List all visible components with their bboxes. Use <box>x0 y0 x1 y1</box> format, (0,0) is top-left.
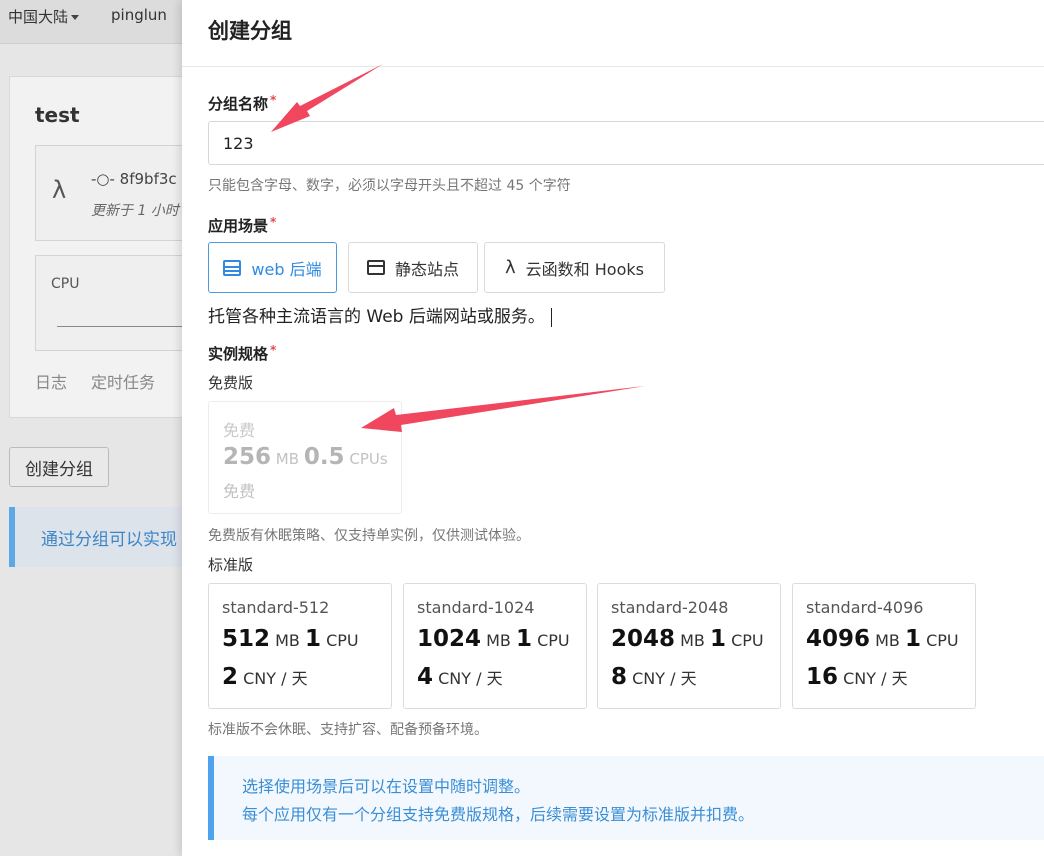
drawer-title: 创建分组 <box>208 19 292 43</box>
spec-name: standard-1024 <box>417 598 535 617</box>
group-name-hint: 只能包含字母、数字，必须以字母开头且不超过 45 个字符 <box>208 178 571 194</box>
server-icon <box>223 259 242 276</box>
cpu-chart-line <box>57 326 197 327</box>
free-card-tag: 免费 <box>223 421 256 440</box>
app-card: test λ -○- 8f9bf3c r 更新于 1 小时 CPU 日志 定时任务 <box>9 76 205 418</box>
cpu-panel: CPU <box>35 255 205 351</box>
lambda-icon: λ <box>52 176 67 204</box>
tab-cron[interactable]: 定时任务 <box>91 373 155 392</box>
create-group-button[interactable]: 创建分组 <box>9 447 109 487</box>
standard-tier-label: 标准版 <box>208 556 254 574</box>
free-card-spec: 256 MB 0.5 CPUs <box>223 444 388 470</box>
spec-resources: 2048 MB 1 CPU <box>611 626 764 652</box>
spec-price: 16 CNY / 天 <box>806 664 908 690</box>
drawer-header: 创建分组 <box>182 0 1044 67</box>
spec-name: standard-2048 <box>611 598 729 617</box>
cpu-label: CPU <box>51 276 80 292</box>
notice-banner: 选择使用场景后可以在设置中随时调整。 每个应用仅有一个分组支持免费版规格，后续需… <box>208 756 1044 840</box>
spec-name: standard-4096 <box>806 598 924 617</box>
free-tier-label: 免费版 <box>208 374 254 392</box>
group-name-input[interactable] <box>208 121 1044 165</box>
browser-icon <box>366 260 385 275</box>
lambda-icon: λ <box>505 257 516 278</box>
function-updated: 更新于 1 小时 <box>91 203 179 219</box>
scene-cloud-function-button[interactable]: λ 云函数和 Hooks <box>484 242 665 293</box>
notice-line-2: 每个应用仅有一个分组支持免费版规格，后续需要设置为标准版并扣费。 <box>242 805 755 824</box>
standard-tier-hint: 标准版不会休眠、支持扩容、配备预备环境。 <box>208 722 488 738</box>
create-group-drawer: 创建分组 分组名称* 只能包含字母、数字，必须以字母开头且不超过 45 个字符 … <box>182 0 1044 856</box>
standard-4096-card[interactable]: standard-4096 4096 MB 1 CPU 16 CNY / 天 <box>792 583 976 709</box>
spec-resources: 4096 MB 1 CPU <box>806 626 959 652</box>
function-panel[interactable]: λ -○- 8f9bf3c r 更新于 1 小时 <box>35 145 205 241</box>
free-spec-card[interactable]: 免费 256 MB 0.5 CPUs 免费 <box>208 401 402 514</box>
text-cursor <box>550 307 552 327</box>
spec-name: standard-512 <box>222 598 330 617</box>
scene-static-site-button[interactable]: 静态站点 <box>348 242 478 293</box>
standard-512-card[interactable]: standard-512 512 MB 1 CPU 2 CNY / 天 <box>208 583 392 709</box>
spec-resources: 512 MB 1 CPU <box>222 626 359 652</box>
spec-label: 实例规格 * <box>208 343 277 363</box>
free-tier-hint: 免费版有休眠策略、仅支持单实例，仅供测试体验。 <box>208 528 530 544</box>
spec-resources: 1024 MB 1 CPU <box>417 626 570 652</box>
notice-line-1: 选择使用场景后可以在设置中随时调整。 <box>242 777 531 796</box>
free-card-price: 免费 <box>223 482 256 501</box>
info-text: 通过分组可以实现 <box>41 530 177 550</box>
required-mark: * <box>270 215 277 229</box>
standard-1024-card[interactable]: standard-1024 1024 MB 1 CPU 4 CNY / 天 <box>403 583 587 709</box>
caret-down-icon <box>71 15 80 20</box>
required-mark: * <box>270 93 277 107</box>
user-name[interactable]: pinglun <box>111 6 167 24</box>
standard-2048-card[interactable]: standard-2048 2048 MB 1 CPU 8 CNY / 天 <box>597 583 781 709</box>
tab-logs[interactable]: 日志 <box>35 373 67 392</box>
spec-price: 2 CNY / 天 <box>222 664 308 690</box>
scene-description: 托管各种主流语言的 Web 后端网站或服务。 <box>208 302 552 327</box>
region-selector[interactable]: 中国大陆 <box>8 6 80 27</box>
spec-price: 4 CNY / 天 <box>417 664 503 690</box>
function-id: -○- 8f9bf3c r <box>91 170 188 188</box>
app-tabs: 日志 定时任务 <box>35 369 179 393</box>
scene-web-backend-button[interactable]: web 后端 <box>208 242 337 293</box>
spec-price: 8 CNY / 天 <box>611 664 697 690</box>
required-mark: * <box>270 343 277 357</box>
app-title: test <box>35 103 80 127</box>
scene-label: 应用场景 * <box>208 215 277 235</box>
top-bar: 中国大陆 pinglun <box>0 0 182 44</box>
info-banner: 通过分组可以实现 <box>9 507 191 567</box>
group-name-label: 分组名称 * <box>208 93 277 113</box>
